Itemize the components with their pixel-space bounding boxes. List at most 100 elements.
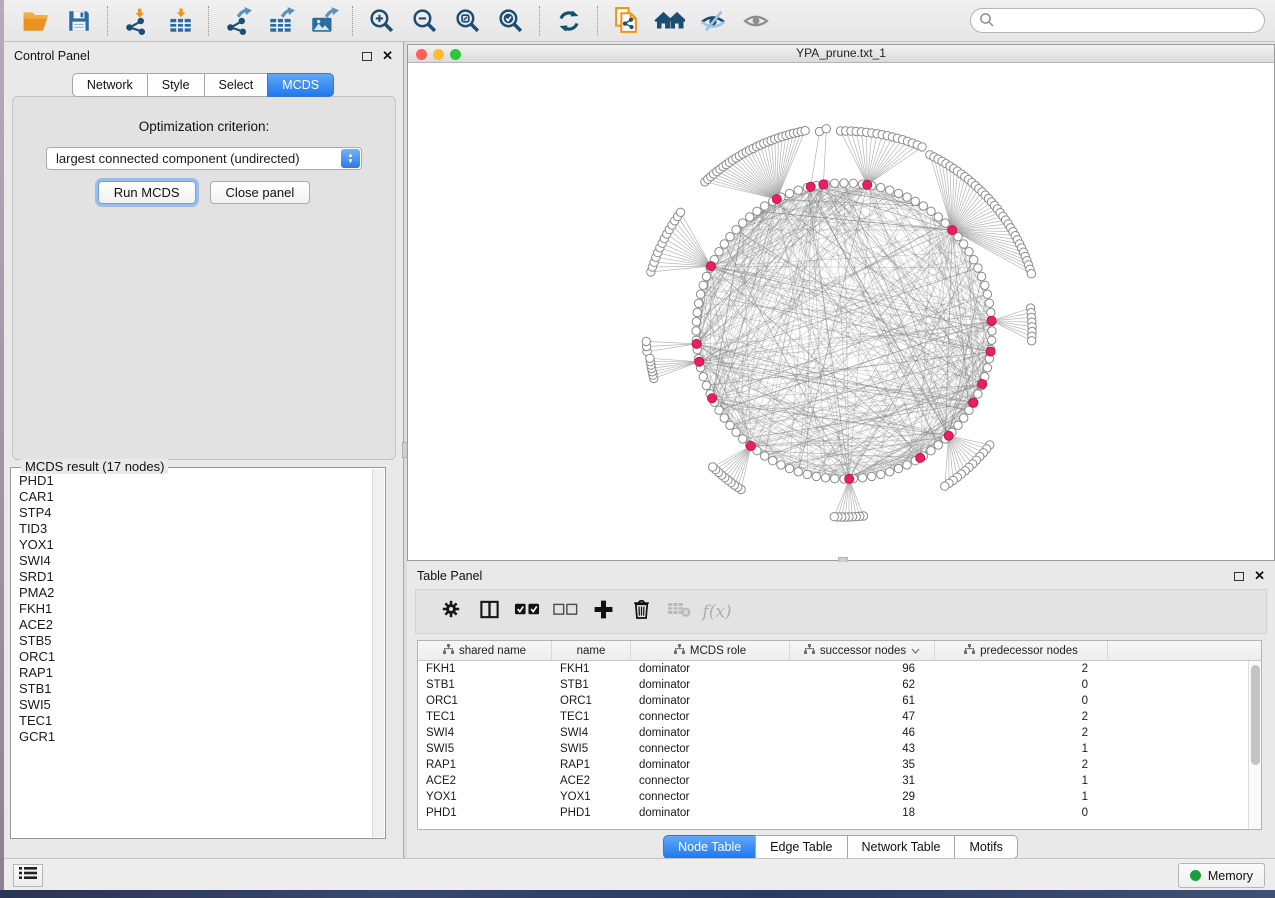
table-row[interactable]: ORC1ORC1dominator610 [418, 693, 1248, 709]
list-item[interactable]: TID3 [19, 521, 371, 537]
criterion-dropdown[interactable]: largest connected component (undirected)… [46, 147, 362, 170]
search-icon [979, 12, 995, 33]
table-float-window-icon[interactable] [1234, 572, 1244, 581]
maximize-traffic-light-icon[interactable] [450, 49, 461, 60]
list-item[interactable]: PHD1 [19, 473, 371, 489]
table-row[interactable]: RAP1RAP1dominator352 [418, 757, 1248, 773]
column-header-shared-name[interactable]: shared name [418, 641, 552, 660]
import-network-button[interactable] [115, 3, 158, 39]
copy-document-button[interactable] [605, 3, 648, 39]
zoom-selected-button[interactable] [489, 3, 532, 39]
mcds-tab-content: Optimization criterion: largest connecte… [12, 96, 396, 460]
open-folder-button[interactable] [14, 3, 57, 39]
table-row[interactable]: YOX1YOX1connector291 [418, 789, 1248, 805]
mcds-result-box: MCDS result (17 nodes) PHD1CAR1STP4TID3Y… [10, 467, 386, 839]
cell-mcds-role: connector [631, 775, 790, 787]
minimize-traffic-light-icon[interactable] [433, 49, 444, 60]
node-table: shared name name MCDS rolesuccessor nodesp… [417, 640, 1262, 830]
network-graph[interactable] [408, 63, 1274, 560]
list-item[interactable]: FKH1 [19, 601, 371, 617]
table-row[interactable]: PHD1PHD1dominator180 [418, 805, 1248, 821]
eye-slash-button[interactable] [691, 3, 734, 39]
eye-button[interactable] [734, 3, 777, 39]
refresh-button[interactable] [547, 3, 590, 39]
search-input[interactable] [970, 8, 1265, 33]
tab-edge-table[interactable]: Edge Table [755, 835, 847, 859]
list-item[interactable]: TEC1 [19, 713, 371, 729]
zoom-fit-icon [454, 7, 481, 34]
list-item[interactable]: SRD1 [19, 569, 371, 585]
network-canvas[interactable] [408, 63, 1274, 560]
table-row[interactable]: SWI4SWI4dominator462 [418, 725, 1248, 741]
column-header-successor-nodes[interactable]: successor nodes [790, 641, 935, 660]
export-image-button[interactable] [302, 3, 345, 39]
list-item[interactable]: ORC1 [19, 649, 371, 665]
table-row[interactable]: STB1STB1dominator620 [418, 677, 1248, 693]
list-item[interactable]: STB1 [19, 681, 371, 697]
column-header-MCDS-role[interactable]: MCDS role [631, 641, 790, 660]
tab-mcds[interactable]: MCDS [267, 73, 334, 97]
delete-trash-button[interactable] [622, 594, 660, 630]
cell-shared-name: ORC1 [418, 695, 552, 707]
import-table-button[interactable] [158, 3, 201, 39]
table-row[interactable]: FKH1FKH1dominator962 [418, 661, 1248, 677]
zoom-in-button[interactable] [360, 3, 403, 39]
tab-select[interactable]: Select [204, 73, 269, 97]
tab-style[interactable]: Style [147, 73, 205, 97]
list-item[interactable]: SWI5 [19, 697, 371, 713]
close-panel-button[interactable]: Close panel [210, 181, 311, 204]
export-table-button[interactable] [259, 3, 302, 39]
close-window-icon[interactable]: ✕ [382, 51, 393, 61]
table-close-window-icon[interactable]: ✕ [1254, 571, 1265, 581]
mcds-result-list: PHD1CAR1STP4TID3YOX1SWI4SRD1PMA2FKH1ACE2… [11, 473, 371, 836]
table-row[interactable]: ACE2ACE2connector311 [418, 773, 1248, 789]
cell-mcds-role: connector [631, 711, 790, 723]
export-network-button[interactable] [216, 3, 259, 39]
table-row[interactable]: SWI5SWI5connector431 [418, 741, 1248, 757]
list-item[interactable]: SWI4 [19, 553, 371, 569]
table-header-row: shared name name MCDS rolesuccessor nodesp… [418, 641, 1261, 661]
task-history-button[interactable] [13, 864, 43, 887]
tab-network[interactable]: Network [72, 73, 148, 97]
list-item[interactable]: STP4 [19, 505, 371, 521]
list-item[interactable]: GCR1 [19, 729, 371, 745]
list-item[interactable]: ACE2 [19, 617, 371, 633]
close-traffic-light-icon[interactable] [416, 49, 427, 60]
column-header-label: name [577, 645, 606, 657]
memory-button[interactable]: Memory [1178, 863, 1265, 888]
table-scrollbar-thumb[interactable] [1251, 665, 1260, 765]
deselect-all-button[interactable] [546, 594, 584, 630]
column-header-predecessor-nodes[interactable]: predecessor nodes [935, 641, 1108, 660]
list-item[interactable]: RAP1 [19, 665, 371, 681]
houses-button[interactable] [648, 3, 691, 39]
split-column-button[interactable] [470, 594, 508, 630]
cell-mcds-role: dominator [631, 679, 790, 691]
cell-mcds-role: dominator [631, 727, 790, 739]
result-list-scrollbar[interactable] [372, 469, 384, 837]
save-button[interactable] [57, 3, 100, 39]
settings-gear-button[interactable] [432, 594, 470, 630]
run-mcds-button[interactable]: Run MCDS [98, 181, 196, 204]
list-item[interactable]: STB5 [19, 633, 371, 649]
tab-motifs[interactable]: Motifs [954, 835, 1017, 859]
add-plus-button[interactable] [584, 594, 622, 630]
tab-network-table[interactable]: Network Table [847, 835, 956, 859]
list-item[interactable]: YOX1 [19, 537, 371, 553]
list-item[interactable]: PMA2 [19, 585, 371, 601]
copy-document-icon [613, 6, 640, 35]
zoom-out-button[interactable] [403, 3, 446, 39]
table-scrollbar[interactable] [1248, 661, 1261, 829]
table-panel-header: Table Panel ✕ [407, 562, 1275, 590]
toolbar-separator [352, 6, 353, 36]
column-header-name[interactable]: name [552, 641, 631, 660]
function-builder-disabled-button[interactable]: f(x) [698, 594, 736, 630]
tab-node-table[interactable]: Node Table [663, 835, 756, 859]
delete-table-disabled-icon [667, 600, 691, 623]
delete-table-disabled-button[interactable] [660, 594, 698, 630]
list-item[interactable]: CAR1 [19, 489, 371, 505]
zoom-fit-button[interactable] [446, 3, 489, 39]
table-row[interactable]: TEC1TEC1connector472 [418, 709, 1248, 725]
select-all-button[interactable] [508, 594, 546, 630]
float-window-icon[interactable] [362, 52, 372, 61]
houses-icon [654, 8, 685, 33]
